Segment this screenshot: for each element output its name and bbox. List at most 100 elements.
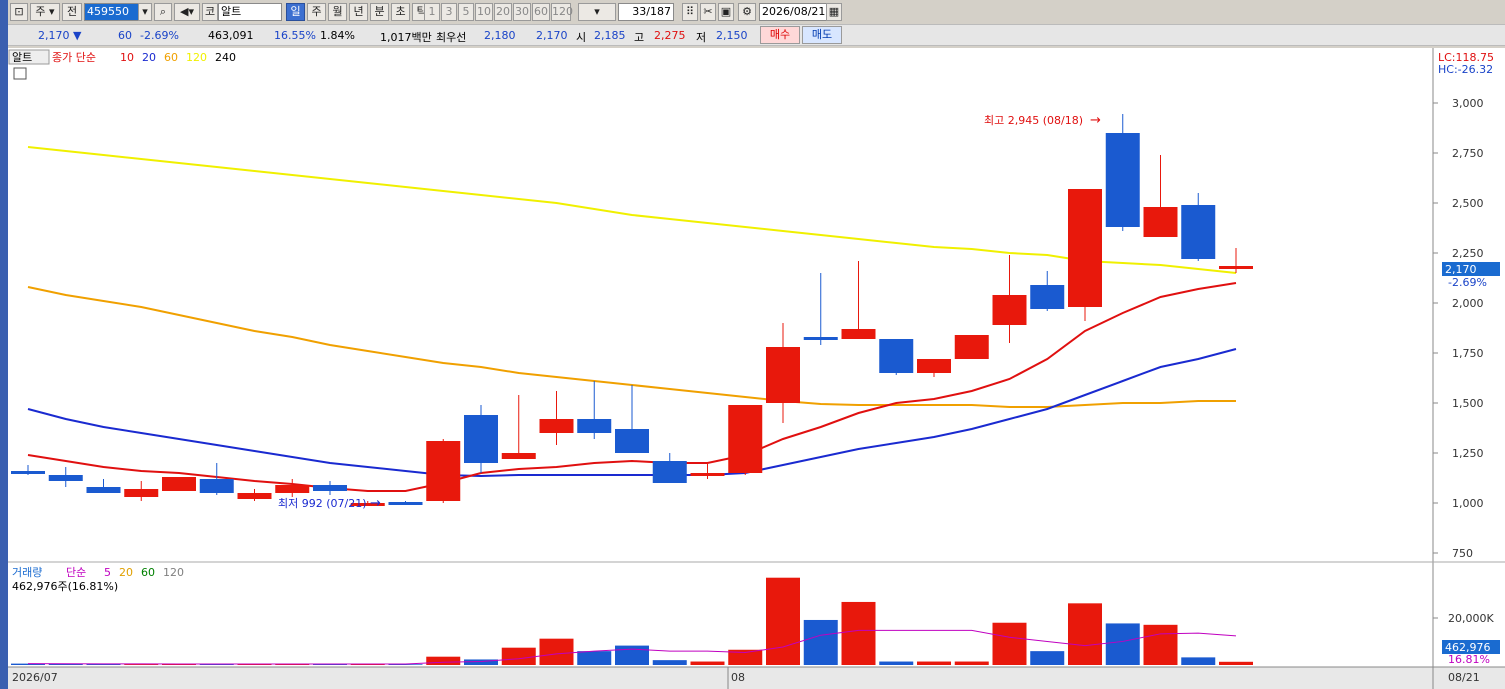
candle-body: [501, 453, 536, 459]
period-button-1[interactable]: 주: [307, 3, 326, 21]
period-button-2[interactable]: 월: [328, 3, 347, 21]
volume-legend-item: 120: [163, 566, 184, 579]
volume-bars: [11, 577, 1253, 665]
candle-body: [1105, 133, 1140, 227]
volume-bar: [1143, 624, 1178, 665]
high-value: 2,275: [654, 29, 686, 42]
x-axis-panel: [8, 667, 1505, 689]
kind-dropdown[interactable]: 주 ▾: [30, 3, 60, 21]
period-button-5[interactable]: 초: [391, 3, 410, 21]
trade-amount: 1,017백만: [380, 31, 432, 44]
candle-body: [577, 419, 612, 433]
ma-legend-item: 240: [215, 51, 236, 64]
calendar-icon[interactable]: ▦: [826, 3, 842, 21]
buy-button[interactable]: 매수: [760, 26, 800, 44]
volume-bar: [954, 661, 989, 665]
candle-body: [803, 337, 838, 340]
candle-body: [917, 359, 951, 373]
high-label: 고: [634, 31, 645, 44]
period-button-4[interactable]: 분: [370, 3, 389, 21]
candle-body: [879, 339, 914, 373]
candle-body: [124, 489, 159, 497]
count-field[interactable]: 33/187: [618, 3, 674, 21]
high-arrow-icon: →: [1090, 113, 1101, 128]
window-menu-icon[interactable]: ⊡: [10, 3, 28, 21]
candle-body: [1068, 189, 1102, 307]
crosshair-icon[interactable]: ✂: [700, 3, 716, 21]
price-change-pct: -2.69%: [140, 29, 179, 42]
interval-button-5[interactable]: 5: [458, 3, 474, 21]
y-tick-label: 1,750: [1452, 347, 1484, 360]
volume-legend-item: 60: [141, 566, 155, 579]
ma-legend: 10 20 60 120 240: [120, 51, 236, 64]
candles: [11, 114, 1253, 506]
hc-label: HC:-26.32: [1438, 63, 1493, 76]
ma-legend-title: 종가 단순: [52, 51, 96, 64]
volume-bar: [615, 645, 649, 665]
interval-button-20[interactable]: 20: [494, 3, 512, 21]
prev-button[interactable]: 전: [62, 3, 82, 21]
y-tick-label: 3,000: [1452, 97, 1484, 110]
grid-icon[interactable]: ⠿: [682, 3, 698, 21]
volume-bar: [426, 656, 461, 665]
y-tick-label: 1,500: [1452, 397, 1484, 410]
volume-bar: [577, 651, 612, 665]
ma-legend-item: 60: [164, 51, 178, 64]
code-dropdown-icon[interactable]: ▾: [138, 3, 152, 21]
candle-body: [275, 485, 310, 493]
candle-body: [690, 473, 725, 476]
current-price: 2,170 ▼: [38, 29, 82, 42]
low-arrow-icon: →: [370, 496, 381, 511]
volume-bar: [803, 619, 838, 665]
candle-body: [162, 477, 196, 491]
search-icon[interactable]: ⌕: [154, 3, 172, 21]
y-tick-label: 2,750: [1452, 147, 1484, 160]
stock-name-field[interactable]: 알트: [218, 3, 282, 21]
count-total: /187: [646, 5, 671, 18]
y-tick-label: 2,000: [1452, 297, 1484, 310]
volume-value: 463,091: [208, 29, 254, 42]
interval-button-60[interactable]: 60: [532, 3, 550, 21]
candle-body: [539, 419, 574, 433]
y-tick-label: 1,250: [1452, 447, 1484, 460]
volume-bar: [690, 661, 725, 665]
chart-tab-label: 알트: [12, 50, 32, 64]
price-volume-chart[interactable]: 알트 종가 단순 10 20 60 120 240 LC:118.75 HC:-26.3…: [8, 48, 1505, 689]
y-tick-label: 750: [1452, 547, 1473, 560]
volume-bar: [766, 577, 800, 665]
y-axis-panel: [1433, 48, 1505, 689]
save-icon[interactable]: ▣: [718, 3, 734, 21]
interval-button-10[interactable]: 10: [475, 3, 493, 21]
volume-bar: [1030, 651, 1065, 665]
candle-body: [766, 347, 800, 403]
x-label-month: 08: [731, 671, 745, 684]
turnover-pct: 16.55%: [274, 29, 316, 42]
candle-body: [48, 475, 83, 481]
period-button-0[interactable]: 일: [286, 3, 305, 21]
interval-button-120[interactable]: 120: [551, 3, 573, 21]
candle-body: [992, 295, 1027, 325]
settings-gear-icon[interactable]: ⚙: [738, 3, 756, 21]
volume-bar: [879, 661, 914, 665]
interval-button-3[interactable]: 3: [441, 3, 457, 21]
open-value: 2,185: [594, 29, 626, 42]
ma120-line: [27, 146, 1237, 274]
interval-button-30[interactable]: 30: [513, 3, 531, 21]
table-icon: [13, 67, 27, 80]
candle-body: [652, 461, 687, 483]
interval-button-1[interactable]: 1: [424, 3, 440, 21]
chart-area[interactable]: 알트 종가 단순 10 20 60 120 240 LC:118.75 HC:-26.3…: [8, 48, 1505, 689]
window-edge: [0, 0, 8, 689]
candle-body: [199, 479, 234, 493]
speaker-icon[interactable]: ◀▾: [174, 3, 200, 21]
candle-body: [464, 415, 498, 463]
interval-input[interactable]: ▾: [578, 3, 616, 21]
candle-body: [1219, 266, 1253, 269]
ratio-value: 1.84%: [320, 29, 355, 42]
date-field[interactable]: 2026/08/21: [759, 3, 827, 21]
volume-bar: [1219, 661, 1253, 665]
candle-body: [841, 329, 876, 339]
low-label: 저: [696, 31, 707, 44]
period-button-3[interactable]: 년: [349, 3, 368, 21]
sell-button[interactable]: 매도: [802, 26, 842, 44]
